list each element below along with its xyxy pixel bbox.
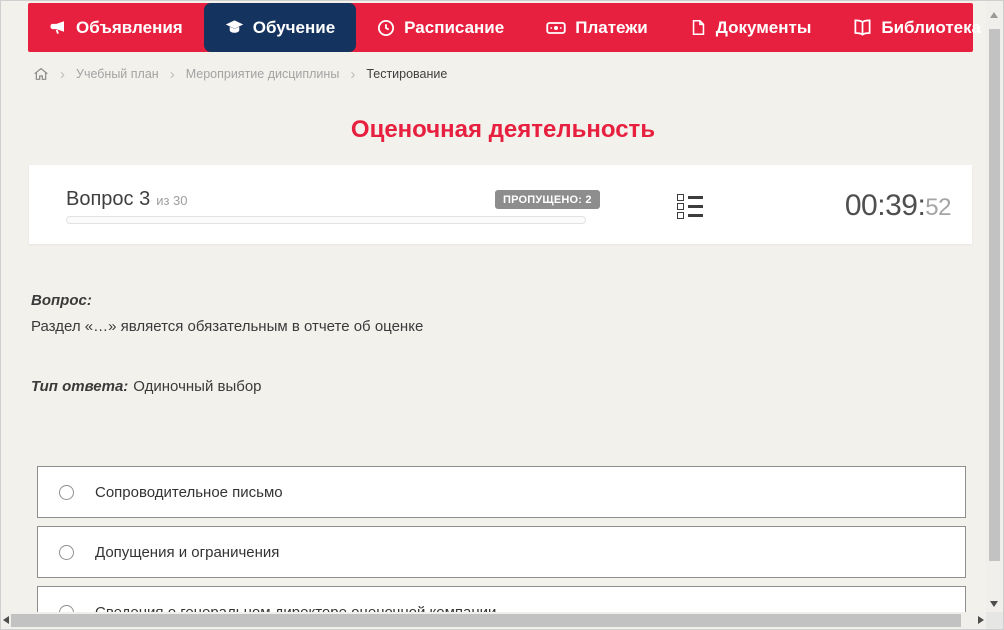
timer: 00:39:52: [844, 189, 952, 223]
question-number: Вопрос 3 из 30: [66, 188, 188, 211]
scroll-up-arrow-icon[interactable]: [990, 12, 998, 18]
breadcrumb-item-study-plan[interactable]: Учебный план: [76, 67, 159, 81]
answer-option-label: Сопроводительное письмо: [95, 483, 283, 501]
nav-item-library[interactable]: Библиотека: [832, 3, 1003, 52]
nav-item-schedule[interactable]: Расписание: [356, 3, 525, 52]
top-navigation: Объявления Обучение Расписание Платежи Д…: [28, 3, 1003, 52]
nav-item-label: Документы: [715, 17, 812, 37]
question-header-card: Вопрос 3 из 30 ПРОПУЩЕНО: 2 00:39:52: [29, 165, 972, 244]
breadcrumb-item-discipline-event[interactable]: Мероприятие дисциплины: [186, 67, 340, 81]
question-total-label: из 30: [156, 193, 188, 208]
nav-item-label: Объявления: [76, 17, 183, 37]
scrollbar-corner: [986, 612, 1003, 629]
question-label: Вопрос:: [31, 292, 92, 309]
skipped-status-badge: ПРОПУЩЕНО: 2: [495, 190, 600, 209]
breadcrumb-separator-icon: ›: [169, 65, 175, 83]
vertical-scrollbar-thumb[interactable]: [989, 29, 1000, 561]
question-text: Раздел «…» является обязательным в отчет…: [31, 318, 424, 335]
answer-option-2[interactable]: Допущения и ограничения: [37, 526, 966, 578]
answer-type-value: Одиночный выбор: [133, 378, 262, 395]
radio-button[interactable]: [59, 484, 74, 500]
breadcrumb-item-current-testing: Тестирование: [366, 67, 448, 81]
breadcrumb-separator-icon: ›: [350, 65, 356, 83]
vertical-scrollbar[interactable]: [986, 1, 1003, 614]
nav-item-payments[interactable]: Платежи: [525, 3, 669, 52]
answer-option-label: Допущения и ограничения: [95, 543, 280, 561]
nav-item-label: Обучение: [252, 17, 336, 37]
question-list-button[interactable]: [677, 193, 703, 221]
nav-item-documents[interactable]: Документы: [669, 3, 833, 52]
cash-icon: [546, 18, 566, 38]
document-icon: [690, 19, 707, 36]
breadcrumb-separator-icon: ›: [60, 65, 65, 83]
nav-item-label: Библиотека: [881, 17, 982, 37]
timer-main: 00:39:: [844, 189, 926, 222]
checklist-icon: [677, 193, 703, 220]
graduation-cap-icon: [225, 18, 244, 37]
radio-button[interactable]: [59, 544, 74, 560]
answer-option-1[interactable]: Сопроводительное письмо: [37, 466, 966, 518]
scroll-right-arrow-icon[interactable]: [978, 616, 984, 624]
horizontal-scrollbar[interactable]: [1, 612, 988, 629]
answer-type-row: Тип ответа: Одиночный выбор: [31, 378, 262, 395]
nav-item-learning[interactable]: Обучение: [203, 3, 357, 52]
scroll-left-arrow-icon[interactable]: [3, 616, 9, 624]
question-progress-bar: [66, 216, 586, 224]
question-number-label: Вопрос 3: [66, 188, 151, 210]
breadcrumb: › Учебный план › Мероприятие дисциплины …: [33, 63, 447, 85]
app-window: Объявления Обучение Расписание Платежи Д…: [0, 0, 1004, 630]
book-icon: [853, 18, 872, 37]
nav-item-label: Платежи: [575, 17, 648, 37]
clock-icon: [377, 19, 395, 37]
nav-item-announcements[interactable]: Объявления: [28, 3, 204, 52]
timer-seconds: 52: [925, 194, 951, 221]
horizontal-scrollbar-thumb[interactable]: [11, 614, 961, 627]
home-icon[interactable]: [33, 66, 49, 82]
scroll-down-arrow-icon[interactable]: [990, 601, 998, 607]
answer-type-label: Тип ответа:: [31, 378, 129, 395]
nav-item-label: Расписание: [404, 17, 505, 37]
page-title: Оценочная деятельность: [350, 116, 656, 143]
megaphone-icon: [49, 19, 67, 37]
